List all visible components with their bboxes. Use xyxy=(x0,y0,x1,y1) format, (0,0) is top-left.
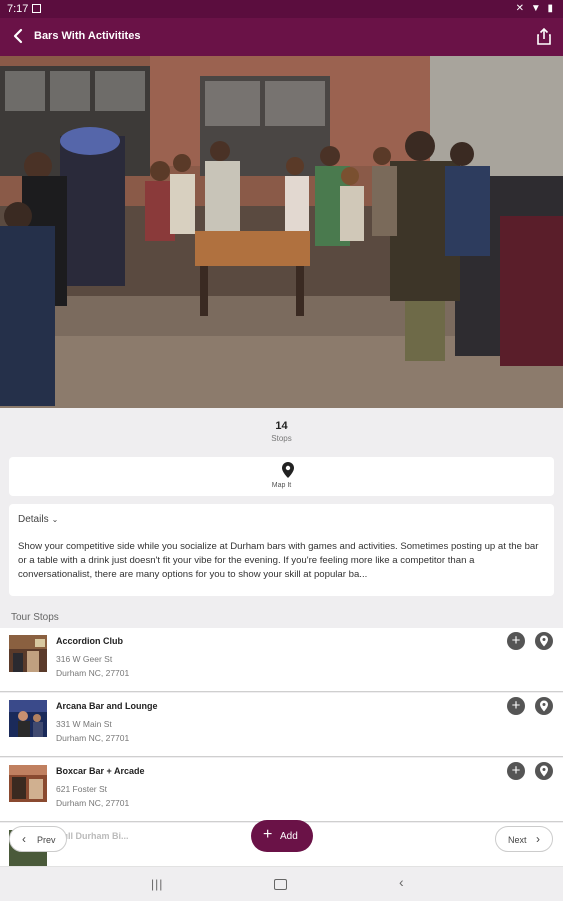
stop-address-line1: 316 W Geer St xyxy=(56,654,113,664)
status-bar: 7:17 ✕ ▼ ▮ xyxy=(0,0,563,18)
stop-address-line1: 621 Foster St xyxy=(56,784,108,794)
next-button[interactable]: Next › xyxy=(495,826,553,852)
hero-image xyxy=(0,56,563,408)
back-arrow-icon[interactable] xyxy=(8,24,30,48)
location-icon[interactable] xyxy=(535,697,553,715)
prev-button[interactable]: ‹ Prev xyxy=(9,826,67,852)
list-item[interactable]: Boxcar Bar + Arcade 621 Foster St Durham… xyxy=(0,758,563,822)
add-stop-icon[interactable]: + xyxy=(507,697,525,715)
map-it-label: Map It xyxy=(271,482,292,489)
plus-icon: + xyxy=(263,826,273,843)
notification-icon xyxy=(32,4,41,13)
stop-name: Boxcar Bar + Arcade xyxy=(56,766,145,776)
add-button[interactable]: + Add xyxy=(251,820,313,852)
status-time: 7:17 xyxy=(7,3,29,15)
details-header: Details xyxy=(18,514,49,525)
stops-count: 14 Stops xyxy=(0,420,563,443)
stops-label: Stops xyxy=(271,434,292,443)
map-it-button[interactable]: Map It xyxy=(9,457,554,496)
stop-name: Arcana Bar and Lounge xyxy=(56,701,158,711)
stop-address-line2: Durham NC, 27701 xyxy=(56,733,130,743)
tour-stops-label: Tour Stops xyxy=(11,612,59,623)
location-icon[interactable] xyxy=(535,762,553,780)
add-stop-icon[interactable]: + xyxy=(507,632,525,650)
stop-address-line1: 331 W Main St xyxy=(56,719,112,729)
stop-name: Accordion Club xyxy=(56,636,123,646)
recents-icon[interactable]: ||| xyxy=(151,877,163,891)
next-label: Next xyxy=(508,835,527,845)
system-back-icon[interactable]: ‹ xyxy=(399,874,404,890)
stop-thumbnail xyxy=(9,765,47,802)
details-toggle[interactable]: Details ⌄ xyxy=(18,514,58,525)
chevron-down-icon: ⌄ xyxy=(51,515,59,524)
map-pin-icon xyxy=(282,462,294,483)
stop-address-line2: Durham NC, 27701 xyxy=(56,668,130,678)
home-icon[interactable] xyxy=(274,879,287,890)
location-icon[interactable] xyxy=(535,632,553,650)
details-text: Show your competitive side while you soc… xyxy=(18,541,539,580)
stop-thumbnail xyxy=(9,700,47,737)
status-icons: ✕ ▼ ▮ xyxy=(515,3,555,14)
app-bar: Bars With Activitites xyxy=(0,18,563,56)
stops-number: 14 xyxy=(275,420,288,432)
prev-label: Prev xyxy=(37,835,56,845)
page-title: Bars With Activitites xyxy=(34,30,141,42)
add-stop-icon[interactable]: + xyxy=(507,762,525,780)
system-nav-bar: ||| ‹ xyxy=(0,866,563,901)
chevron-right-icon: › xyxy=(536,832,540,846)
add-label: Add xyxy=(280,831,298,842)
stop-thumbnail xyxy=(9,635,47,672)
stop-address-line2: Durham NC, 27701 xyxy=(56,798,130,808)
chevron-left-icon: ‹ xyxy=(22,832,26,846)
list-item[interactable]: Arcana Bar and Lounge 331 W Main St Durh… xyxy=(0,693,563,757)
details-card: Details ⌄ Show your competitive side whil… xyxy=(9,504,554,596)
share-icon[interactable] xyxy=(535,27,553,47)
list-item[interactable]: Accordion Club 316 W Geer St Durham NC, … xyxy=(0,628,563,692)
